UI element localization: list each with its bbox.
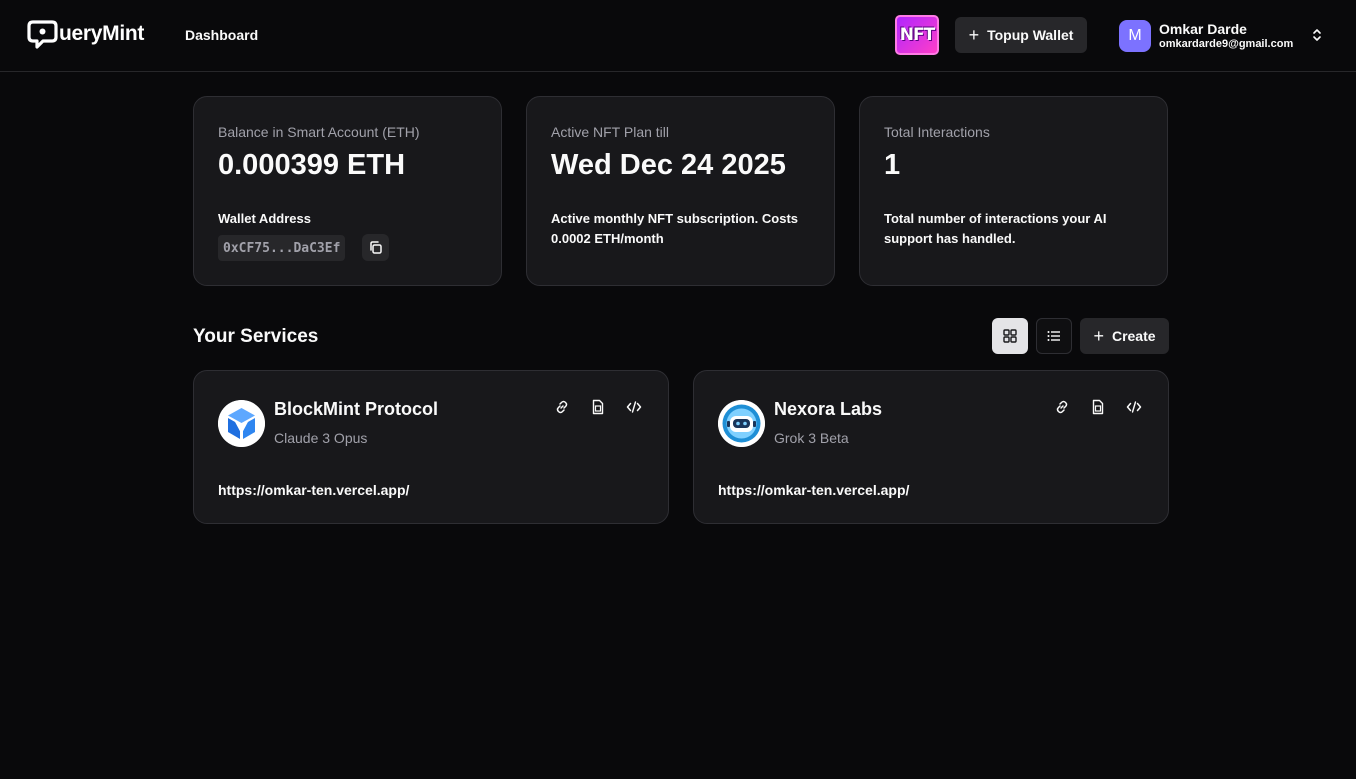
service-card-nexora[interactable]: Nexora Labs Grok 3 Beta https://omkar-te… (693, 370, 1169, 524)
interactions-label: Total Interactions (884, 124, 990, 140)
nav-dashboard-link[interactable]: Dashboard (185, 27, 258, 43)
grid-icon (1003, 329, 1017, 343)
wallet-address-label: Wallet Address (218, 211, 311, 226)
nft-badge-label: NFT (899, 25, 935, 45)
link-icon[interactable] (552, 397, 572, 417)
document-icon[interactable] (588, 397, 608, 417)
brand-name: ueryMint (59, 22, 145, 45)
topup-wallet-label: Topup Wallet (987, 27, 1074, 43)
service-name: BlockMint Protocol (274, 399, 439, 419)
interactions-description: Total number of interactions your AI sup… (884, 211, 1107, 246)
interactions-card: Total Interactions 1 Total number of int… (859, 96, 1168, 286)
plus-icon: + (968, 25, 980, 45)
document-icon[interactable] (1088, 397, 1108, 417)
chat-bubble-logo-icon (27, 19, 58, 49)
service-name: Nexora Labs (774, 399, 883, 419)
service-url: https://omkar-ten.vercel.app/ (718, 482, 910, 498)
create-service-button[interactable]: + Create (1080, 318, 1169, 354)
grid-view-button[interactable] (992, 318, 1028, 354)
service-logo-blockmint (218, 400, 265, 447)
nft-plan-description: Active monthly NFT subscription. Costs 0… (551, 211, 799, 246)
user-email: omkardarde9@gmail.com (1159, 37, 1294, 50)
services-title: Your Services (193, 326, 319, 347)
nft-plan-label: Active NFT Plan till (551, 124, 669, 140)
balance-card: Balance in Smart Account (ETH) 0.000399 … (193, 96, 502, 286)
top-header: ueryMint Dashboard NFT + Topup Wallet M … (0, 0, 1356, 72)
nft-plan-card: Active NFT Plan till Wed Dec 24 2025 Act… (526, 96, 835, 286)
nft-badge-button[interactable]: NFT (895, 15, 939, 55)
service-logo-nexora (718, 400, 765, 447)
brand-logo[interactable]: ueryMint (27, 19, 144, 49)
topup-wallet-button[interactable]: + Topup Wallet (955, 17, 1087, 53)
service-model: Grok 3 Beta (774, 430, 849, 446)
interactions-count: 1 (884, 149, 901, 181)
balance-value: 0.000399 ETH (218, 149, 406, 181)
code-icon[interactable] (1124, 397, 1144, 417)
service-card-blockmint[interactable]: BlockMint Protocol Claude 3 Opus https:/… (193, 370, 669, 524)
avatar: M (1119, 20, 1151, 52)
code-icon[interactable] (624, 397, 644, 417)
copy-icon (370, 241, 382, 254)
balance-label: Balance in Smart Account (ETH) (218, 124, 420, 140)
plus-icon: + (1093, 326, 1104, 346)
list-view-button[interactable] (1036, 318, 1072, 354)
chevron-up-down-icon (1311, 27, 1323, 43)
create-label: Create (1111, 328, 1156, 344)
wallet-address: 0xCF75...DaC3Ef (218, 235, 346, 261)
copy-address-button[interactable] (362, 234, 389, 261)
service-url: https://omkar-ten.vercel.app/ (218, 482, 410, 498)
list-icon (1047, 331, 1060, 341)
service-model: Claude 3 Opus (274, 430, 368, 446)
link-icon[interactable] (1052, 397, 1072, 417)
user-menu[interactable]: M Omkar Darde omkardarde9@gmail.com (1119, 19, 1329, 53)
nft-plan-date: Wed Dec 24 2025 (551, 149, 786, 181)
user-name: Omkar Darde (1159, 21, 1247, 37)
